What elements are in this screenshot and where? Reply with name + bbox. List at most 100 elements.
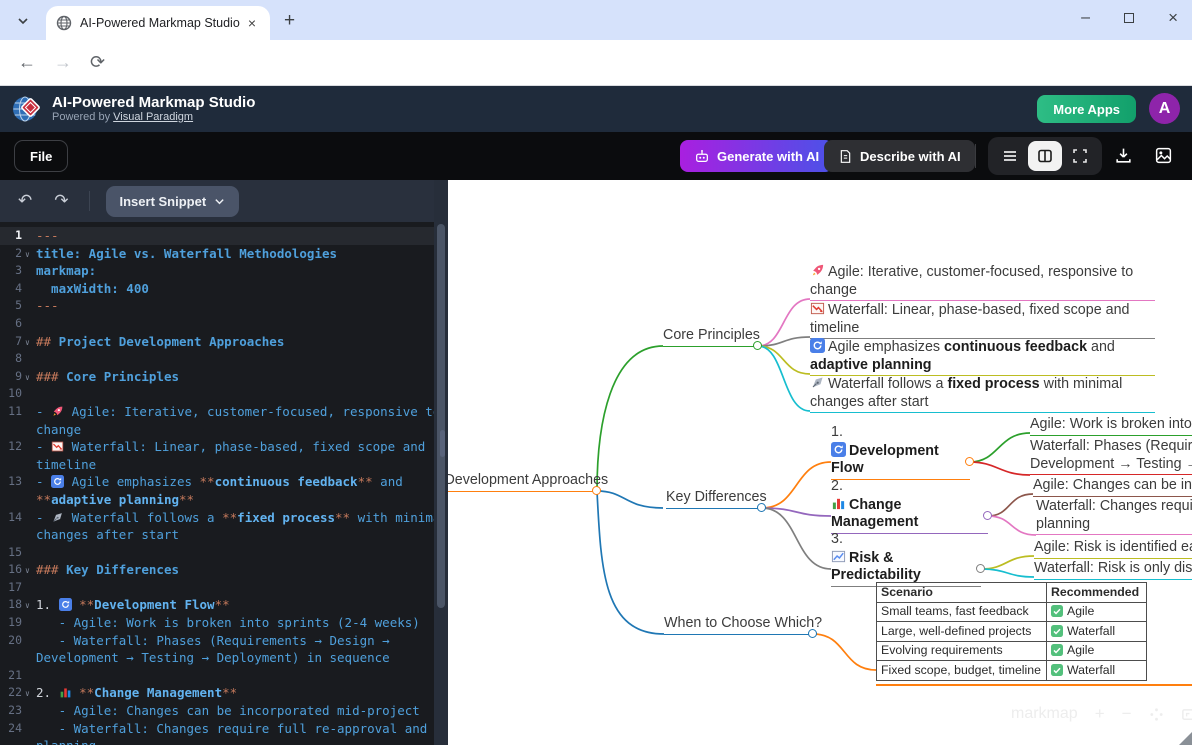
new-tab-button[interactable]: + — [284, 10, 295, 32]
node-cm-agile[interactable]: Agile: Changes can be incorporated mid-p… — [1033, 477, 1192, 497]
window-minimize-button[interactable]: – — [1081, 9, 1090, 27]
tab-close-icon[interactable]: × — [244, 15, 260, 31]
fold-chevron-icon[interactable]: ∨ — [25, 369, 30, 387]
node-waterfall-linear[interactable]: Waterfall: Linear, phase-based, fixed sc… — [810, 301, 1155, 339]
code-line[interactable]: 21 — [0, 667, 434, 685]
window-maximize-button[interactable] — [1124, 13, 1134, 23]
editor-scrollbar[interactable] — [434, 222, 448, 745]
code-line[interactable]: timeline — [0, 456, 434, 474]
markmap-brand[interactable]: markmap — [1011, 705, 1078, 723]
code-line[interactable]: 22∨2. **Change Management** — [0, 684, 434, 702]
fold-chevron-icon[interactable]: ∨ — [25, 685, 30, 703]
zoom-in-icon[interactable]: + — [1095, 704, 1105, 724]
code-line[interactable]: 1--- — [0, 227, 434, 245]
node-risk-predictability[interactable]: 3. Risk & Predictability — [831, 531, 981, 587]
node-cm-waterfall[interactable]: Waterfall: Changes require full re-appro… — [1036, 498, 1192, 535]
code-editor[interactable]: 1---2∨title: Agile vs. Waterfall Methodo… — [0, 222, 434, 745]
code-line[interactable]: 15 — [0, 544, 434, 562]
back-button[interactable]: ← — [18, 52, 36, 73]
node-root-circle[interactable] — [592, 486, 601, 495]
account-avatar[interactable]: A — [1149, 93, 1180, 124]
more-apps-button[interactable]: More Apps — [1037, 95, 1136, 123]
code-line[interactable]: Development → Testing → Deployment) in s… — [0, 649, 434, 667]
code-line[interactable]: 16∨### Key Differences — [0, 561, 434, 579]
node-when-to-choose-circle[interactable] — [808, 629, 817, 638]
code-line[interactable]: 3markmap: — [0, 262, 434, 280]
fold-chevron-icon[interactable]: ∨ — [25, 597, 30, 615]
node-development-flow-circle[interactable] — [965, 457, 974, 466]
node-key-differences[interactable]: Key Differences — [666, 489, 763, 509]
code-line[interactable]: 23 - Agile: Changes can be incorporated … — [0, 702, 434, 720]
redo-button[interactable]: ↷ — [54, 191, 68, 211]
splitter-drag-handle[interactable] — [440, 430, 445, 457]
code-line[interactable]: change — [0, 421, 434, 439]
node-df-waterfall[interactable]: Waterfall: Phases (Requirements → Design… — [1030, 438, 1192, 475]
reload-button[interactable]: ⟳ — [90, 52, 105, 73]
editor-toolbar-divider — [89, 191, 90, 211]
generate-with-ai-button[interactable]: Generate with AI — [680, 140, 833, 172]
code-line[interactable]: 5--- — [0, 297, 434, 315]
file-menu-button[interactable]: File — [14, 140, 68, 172]
code-line[interactable]: 13- Agile emphasizes **continuous feedba… — [0, 473, 434, 491]
code-line[interactable]: 4 maxWidth: 400 — [0, 280, 434, 298]
fold-chevron-icon[interactable]: ∨ — [25, 562, 30, 580]
code-line[interactable]: 17 — [0, 579, 434, 597]
window-close-button[interactable]: × — [1168, 8, 1178, 28]
code-line[interactable]: 18∨1. **Development Flow** — [0, 596, 434, 614]
markmap-canvas[interactable]: Project Development Approaches Core Prin… — [448, 180, 1192, 745]
editor-scrollbar-thumb[interactable] — [437, 224, 445, 608]
code-line[interactable]: 24 - Waterfall: Changes require full re-… — [0, 720, 434, 738]
code-line[interactable]: planning — [0, 737, 434, 745]
code-line[interactable]: **adaptive planning** — [0, 491, 434, 509]
forward-button[interactable]: → — [54, 52, 72, 73]
export-image-button[interactable] — [1154, 146, 1173, 165]
code-line[interactable]: 11- Agile: Iterative, customer-focused, … — [0, 403, 434, 421]
fullscreen-view-button[interactable] — [1063, 141, 1097, 171]
node-key-differences-circle[interactable] — [757, 503, 766, 512]
code-line[interactable]: 20 - Waterfall: Phases (Requirements → D… — [0, 632, 434, 650]
split-view-button[interactable] — [1028, 141, 1062, 171]
describe-with-ai-button[interactable]: Describe with AI — [824, 140, 975, 172]
node-rp-waterfall[interactable]: Waterfall: Risk is only dis — [1034, 560, 1192, 580]
node-risk-predictability-circle[interactable] — [976, 564, 985, 573]
code-line[interactable]: changes after start — [0, 526, 434, 544]
code-line[interactable]: 10 — [0, 385, 434, 403]
code-line[interactable]: 19 - Agile: Work is broken into sprints … — [0, 614, 434, 632]
node-df-agile[interactable]: Agile: Work is broken into sprints (2-4 … — [1030, 416, 1192, 436]
zoom-out-icon[interactable]: − — [1122, 704, 1132, 724]
code-line[interactable]: 6 — [0, 315, 434, 333]
fold-chevron-icon[interactable]: ∨ — [25, 246, 30, 264]
node-waterfall-fixed-process[interactable]: Waterfall follows a fixed process with m… — [810, 375, 1155, 413]
code-line[interactable]: 2∨title: Agile vs. Waterfall Methodologi… — [0, 245, 434, 263]
node-rp-agile[interactable]: Agile: Risk is identified ea — [1034, 539, 1192, 559]
code-line[interactable]: 7∨## Project Development Approaches — [0, 333, 434, 351]
tab-search-chevron-icon[interactable] — [12, 10, 34, 32]
node-when-to-choose[interactable]: When to Choose Which? — [664, 615, 813, 635]
fold-chevron-icon[interactable]: ∨ — [25, 334, 30, 352]
table-row: Large, well-defined projectsWaterfall — [877, 622, 1147, 642]
line-number: 9 — [0, 368, 22, 386]
insert-snippet-button[interactable]: Insert Snippet — [106, 186, 240, 217]
visual-paradigm-link[interactable]: Visual Paradigm — [113, 111, 193, 123]
node-change-management[interactable]: 2. Change Management — [831, 478, 988, 534]
editor-only-view-button[interactable] — [993, 141, 1027, 171]
fit-view-icon[interactable] — [1149, 707, 1164, 722]
window-resize-grip[interactable] — [1179, 732, 1192, 745]
code-line[interactable]: 12- Waterfall: Linear, phase-based, fixe… — [0, 438, 434, 456]
node-core-principles[interactable]: Core Principles — [663, 327, 758, 347]
code-line[interactable]: 9∨### Core Principles — [0, 368, 434, 386]
panel-splitter[interactable] — [434, 180, 448, 222]
node-agile-iterative[interactable]: Agile: Iterative, customer-focused, resp… — [810, 263, 1155, 301]
node-root[interactable]: Project Development Approaches — [448, 472, 597, 492]
node-core-principles-circle[interactable] — [753, 341, 762, 350]
node-development-flow[interactable]: 1. Development Flow — [831, 424, 970, 480]
code-line[interactable]: 14- Waterfall follows a **fixed process*… — [0, 509, 434, 527]
node-decision-table[interactable]: Scenario Recommended Small teams, fast f… — [876, 582, 1192, 686]
node-agile-emphasizes[interactable]: Agile emphasizes continuous feedback and… — [810, 338, 1155, 376]
node-change-management-circle[interactable] — [983, 511, 992, 520]
recenter-icon[interactable] — [1181, 707, 1192, 722]
undo-button[interactable]: ↶ — [18, 191, 32, 211]
download-button[interactable] — [1114, 146, 1133, 165]
browser-tab[interactable]: AI-Powered Markmap Studio × — [46, 6, 270, 40]
code-line[interactable]: 8 — [0, 350, 434, 368]
